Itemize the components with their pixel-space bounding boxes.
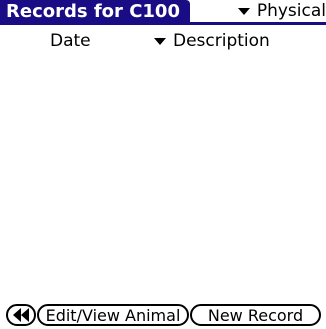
new-record-button[interactable]: New Record [190,304,321,326]
description-column-label: Description [173,31,270,51]
edit-view-animal-label: Edit/View Animal [45,305,181,325]
date-column-label: Date [50,31,91,51]
double-left-arrow-icon [21,308,29,322]
title-bar: Records for C100 Physical [0,0,326,26]
category-dropdown[interactable]: Physical [237,0,326,22]
edit-view-animal-button[interactable]: Edit/View Animal [37,304,189,326]
page-title: Records for C100 [6,0,180,22]
chevron-down-icon [237,7,250,15]
date-column-header: Date [50,30,91,52]
back-button[interactable] [6,304,36,326]
new-record-label: New Record [207,305,304,325]
bottom-button-bar: Edit/View Animal New Record [6,303,322,327]
double-left-arrow-icon [13,308,21,322]
category-label: Physical [256,1,326,21]
records-list[interactable] [0,56,326,296]
description-column-header[interactable]: Description [154,30,270,52]
chevron-down-icon [154,37,166,45]
title-underline [0,22,326,25]
title-tab: Records for C100 [0,0,190,22]
